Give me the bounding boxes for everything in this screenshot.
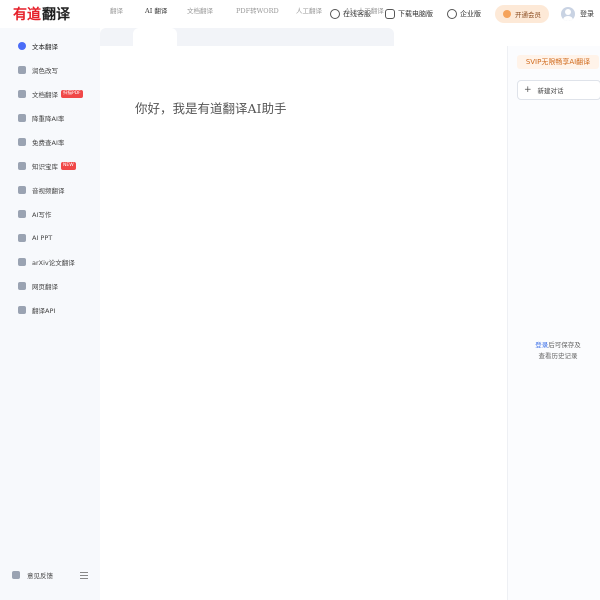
logo-part1: 有道 bbox=[13, 7, 41, 23]
download-desktop-label: 下载电脑版 bbox=[398, 10, 433, 18]
ppt-icon bbox=[18, 234, 26, 242]
new-badge: NEW bbox=[61, 162, 76, 170]
sidebar-item-label: 音视频翻译 bbox=[32, 187, 65, 195]
sidebar-item-label: 降重降AI率 bbox=[32, 115, 65, 123]
svip-banner[interactable]: SVIP无限畅享AI翻译 bbox=[517, 55, 599, 69]
history-panel: SVIP无限畅享AI翻译 + 新建对话 登录后可保存及 查看历史记录 bbox=[507, 46, 600, 600]
sidebar-item-doc-translate[interactable]: 文档翻译 扫描PDF bbox=[10, 84, 96, 104]
open-vip-label: 开通会员 bbox=[515, 11, 541, 19]
vip-gem-icon bbox=[503, 10, 511, 18]
sidebar-item-label: 翻译API bbox=[32, 307, 56, 315]
sidebar-item-label: 文档翻译 bbox=[32, 91, 58, 99]
sidebar-item-label: AI写作 bbox=[32, 211, 52, 219]
knowledge-icon bbox=[18, 162, 26, 170]
webpage-icon bbox=[18, 282, 26, 290]
plus-icon: + bbox=[524, 85, 532, 95]
login-label: 登录 bbox=[580, 10, 594, 18]
login-hint-line2: 查看历史记录 bbox=[538, 352, 578, 360]
tab-doc-translate[interactable]: 文档翻译 bbox=[187, 5, 213, 15]
sidebar-item-knowledge[interactable]: 知识宝库 NEW bbox=[10, 156, 96, 176]
video-icon bbox=[18, 186, 26, 194]
download-icon bbox=[385, 9, 395, 19]
login-hint-text: 后可保存及 bbox=[548, 341, 581, 349]
sidebar-item-label: arXiv论文翻译 bbox=[32, 259, 75, 267]
feedback-button[interactable]: 意见反馈 bbox=[12, 570, 53, 580]
sidebar-item-label: 知识宝库 bbox=[32, 163, 58, 171]
cloud-icon bbox=[18, 306, 26, 314]
active-tab-background bbox=[133, 28, 177, 46]
tab-translate[interactable]: 翻译 bbox=[110, 5, 123, 15]
sidebar-item-arxiv[interactable]: arXiv论文翻译 bbox=[10, 252, 96, 272]
download-desktop-link[interactable]: 下载电脑版 bbox=[385, 9, 433, 19]
sidebar-item-label: 润色改写 bbox=[32, 67, 58, 75]
tab-pdf-to-word[interactable]: PDF转WORD bbox=[236, 5, 279, 15]
sidebar-item-text-translate[interactable]: 文本翻译 bbox=[10, 36, 96, 56]
sidebar-item-reduce-ai[interactable]: 降重降AI率 bbox=[10, 108, 96, 128]
login-link[interactable]: 登录 bbox=[535, 341, 548, 349]
login-button[interactable]: 登录 bbox=[561, 7, 594, 21]
sidebar-item-ai-ppt[interactable]: AI PPT bbox=[10, 228, 96, 248]
sidebar-item-check-ai[interactable]: 免费查AI率 bbox=[10, 132, 96, 152]
feedback-label: 意见反馈 bbox=[27, 572, 53, 580]
sidebar-item-api[interactable]: 翻译API bbox=[10, 300, 96, 320]
sidebar-item-ai-writing[interactable]: AI写作 bbox=[10, 204, 96, 224]
collapse-sidebar-icon[interactable] bbox=[80, 572, 88, 579]
sidebar-item-label: 文本翻译 bbox=[32, 43, 58, 51]
text-translate-icon bbox=[18, 42, 26, 50]
sidebar-item-label: 网页翻译 bbox=[32, 283, 58, 291]
reduce-icon bbox=[18, 114, 26, 122]
assistant-greeting: 你好，我是有道翻译AI助手 bbox=[135, 101, 287, 116]
sidebar-item-video-translate[interactable]: 音视频翻译 bbox=[10, 180, 96, 200]
pen-icon bbox=[18, 210, 26, 218]
open-vip-button[interactable]: 开通会员 bbox=[495, 5, 549, 23]
tab-ai-translate[interactable]: AI 翻译 bbox=[145, 5, 167, 15]
new-chat-label: 新建对话 bbox=[537, 87, 564, 95]
sidebar-item-webpage[interactable]: 网页翻译 bbox=[10, 276, 96, 296]
feedback-icon bbox=[12, 571, 20, 579]
tab-ai-human-translate[interactable]: AI+人工翻译 bbox=[345, 5, 384, 15]
wand-icon bbox=[18, 66, 26, 74]
paper-icon bbox=[18, 258, 26, 266]
headset-icon bbox=[330, 9, 340, 19]
sidebar-item-label: AI PPT bbox=[32, 234, 53, 242]
sidebar-item-label: 免费查AI率 bbox=[32, 139, 65, 147]
scan-pdf-badge: 扫描PDF bbox=[61, 90, 83, 98]
login-hint: 登录后可保存及 查看历史记录 bbox=[508, 340, 600, 362]
logo-part2: 翻译 bbox=[42, 7, 70, 23]
enterprise-link[interactable]: 企业版 bbox=[447, 9, 481, 19]
document-icon bbox=[18, 90, 26, 98]
youdao-logo[interactable]: 有道 翻译 bbox=[13, 4, 70, 24]
new-chat-button[interactable]: + 新建对话 bbox=[517, 80, 600, 100]
check-icon bbox=[18, 138, 26, 146]
tab-human-translate[interactable]: 人工翻译 bbox=[296, 5, 322, 15]
avatar-icon bbox=[561, 7, 575, 21]
enterprise-label: 企业版 bbox=[460, 10, 481, 18]
chat-area: 你好，我是有道翻译AI助手 bbox=[100, 46, 507, 600]
enterprise-icon bbox=[447, 9, 457, 19]
sidebar: 文本翻译 润色改写 文档翻译 扫描PDF 降重降AI率 免费查AI率 知识宝库 … bbox=[0, 28, 100, 600]
sidebar-item-polish[interactable]: 润色改写 bbox=[10, 60, 96, 80]
